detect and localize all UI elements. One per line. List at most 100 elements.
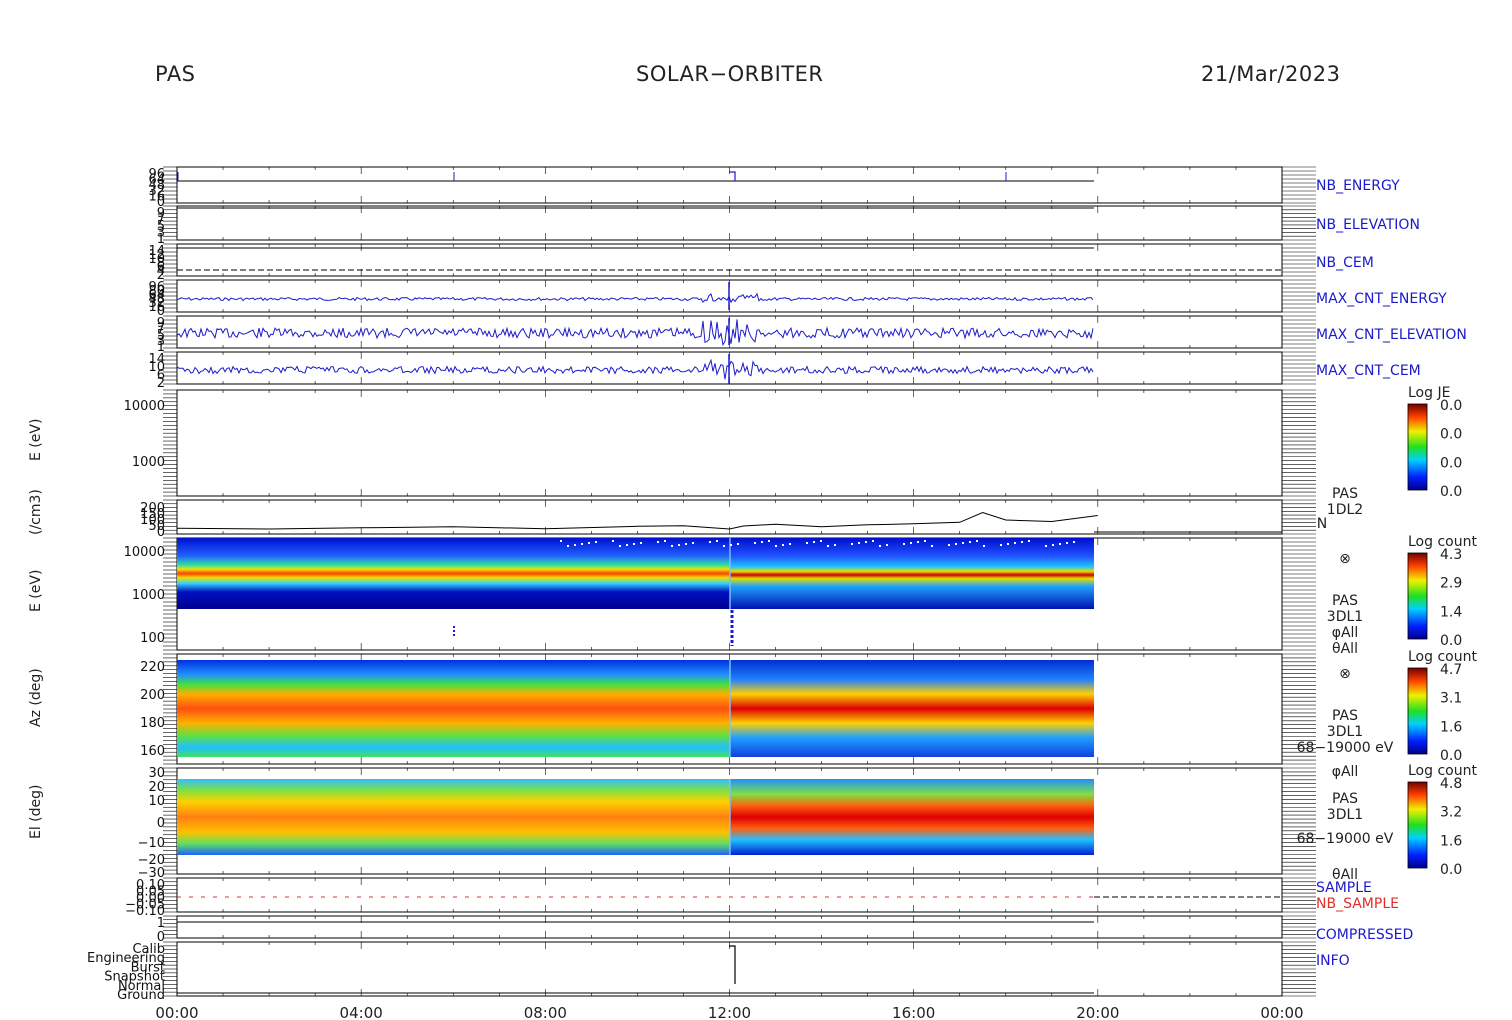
no-data-dot [737, 543, 739, 545]
xtick-label: 00:00 [155, 1004, 198, 1020]
colorbar-tick: 0.0 [1440, 398, 1462, 414]
colorbar [1407, 552, 1428, 640]
no-data-dot [851, 543, 853, 545]
no-data-dot [581, 543, 583, 545]
no-data-dot [955, 543, 957, 545]
azimuth-spectrogram-a [177, 660, 730, 757]
ytick-label: 10000 [124, 399, 165, 414]
azimuth-spectrogram-b [730, 660, 1094, 757]
no-data-dot [806, 542, 808, 544]
no-data-dot [834, 544, 836, 546]
ylabel-je: E (eV) [28, 419, 44, 461]
panel-label-nb_elevation: NB_ELEVATION [1316, 217, 1420, 233]
xtick-label: 12:00 [708, 1004, 751, 1020]
colorbar-tick: 0.0 [1440, 455, 1462, 471]
no-data-dot [1000, 544, 1002, 546]
no-data-dot [1014, 542, 1016, 544]
panel-label-nb_cem: NB_CEM [1316, 255, 1374, 271]
panel-label-nb_energy: NB_ENERGY [1316, 178, 1400, 194]
no-data-dot [1021, 541, 1023, 543]
colorbar-tick: 2.9 [1440, 576, 1462, 592]
density-line [176, 511, 1098, 530]
ytick-label: 10 [148, 794, 165, 809]
xtick-label: 00:00 [1260, 1004, 1303, 1020]
panel-label-max_cnt_elevation: MAX_CNT_ELEVATION [1316, 327, 1467, 343]
no-data-dot [754, 542, 756, 544]
ytick-label: 160 [140, 744, 165, 759]
energy-spectrogram-a [177, 538, 730, 609]
no-data-dot [910, 542, 912, 544]
side-text: PAS [1332, 791, 1358, 807]
panel-label-max_cnt_energy: MAX_CNT_ENERGY [1316, 291, 1447, 307]
colorbar [1407, 667, 1428, 755]
side-text: φAll [1332, 625, 1359, 641]
panel-label-info: INFO [1316, 953, 1350, 969]
no-data-dot [858, 542, 860, 544]
side-text: PAS [1332, 593, 1358, 609]
ytick-label: 180 [140, 716, 165, 731]
no-data-dot [692, 542, 694, 544]
colorbar-tick: 3.1 [1440, 691, 1462, 707]
side-text: θAll [1332, 641, 1358, 657]
no-data-dot [1007, 543, 1009, 545]
side-text: PAS [1332, 708, 1358, 724]
ytick-label: 20 [148, 780, 165, 795]
no-data-dot [813, 541, 815, 543]
ytick-label: 10000 [124, 545, 165, 560]
colorbar-tick: 4.7 [1440, 662, 1462, 678]
energy-spectrogram-b [730, 538, 1094, 609]
no-data-dot [924, 540, 926, 542]
side-text: PAS [1332, 486, 1358, 502]
no-data-dot [640, 542, 642, 544]
no-data-dot [1052, 544, 1054, 546]
panel-label-compressed: COMPRESSED [1316, 927, 1413, 943]
no-data-dot [1073, 541, 1075, 543]
no-data-dot [709, 541, 711, 543]
colorbar [1407, 781, 1428, 869]
no-data-dot [595, 541, 597, 543]
side-text: 68−19000 eV [1297, 740, 1394, 756]
colorbar-tick: 1.6 [1440, 719, 1462, 735]
no-data-dot [574, 544, 576, 546]
summary-plot: 96644832160NB_ENERGY97531NB_ELEVATION141… [28, 166, 1477, 1020]
ytick-label: 1 [157, 916, 165, 931]
no-data-dot [678, 544, 680, 546]
ytick-label: −10 [138, 836, 165, 851]
panel-label-max_cnt_cem: MAX_CNT_CEM [1316, 363, 1421, 379]
no-data-dot [976, 540, 978, 542]
ylabel-el: El (deg) [28, 785, 44, 840]
side-text: 1DL2 [1327, 502, 1363, 518]
no-data-dot [886, 544, 888, 546]
ytick-label: 200 [140, 688, 165, 703]
colorbar-tick: 0.0 [1440, 427, 1462, 443]
no-data-dot [664, 540, 666, 542]
ytick-label: Ground [117, 988, 165, 1003]
side-text: N [1317, 516, 1327, 532]
xtick-label: 04:00 [340, 1004, 383, 1020]
side-text: ⊗ [1339, 551, 1351, 567]
xtick-label: 20:00 [1076, 1004, 1119, 1020]
no-data-dot [657, 541, 659, 543]
max-cnt-cem-line [176, 358, 1094, 380]
no-data-dot [931, 545, 933, 547]
ytick-label: 100 [140, 631, 165, 646]
no-data-dot [1066, 542, 1068, 544]
side-text: 3DL1 [1327, 807, 1363, 823]
side-text: 68−19000 eV [1297, 831, 1394, 847]
nb-energy-step [729, 171, 736, 181]
colorbar-tick: 1.4 [1440, 604, 1462, 620]
no-data-dot [948, 544, 950, 546]
panel-frame-je [176, 389, 1283, 497]
colorbar [1407, 403, 1428, 491]
no-data-dot [917, 541, 919, 543]
no-data-dot [827, 545, 829, 547]
side-text: 3DL1 [1327, 609, 1363, 625]
elevation-spectrogram-b [730, 779, 1094, 855]
no-data-dot [633, 543, 635, 545]
ytick-label: 0 [157, 816, 165, 831]
xtick-label: 08:00 [524, 1004, 567, 1020]
ytick-label: 1000 [132, 588, 165, 603]
no-data-dot [567, 545, 569, 547]
no-data-dot [969, 541, 971, 543]
ytick-label: 220 [140, 660, 165, 675]
